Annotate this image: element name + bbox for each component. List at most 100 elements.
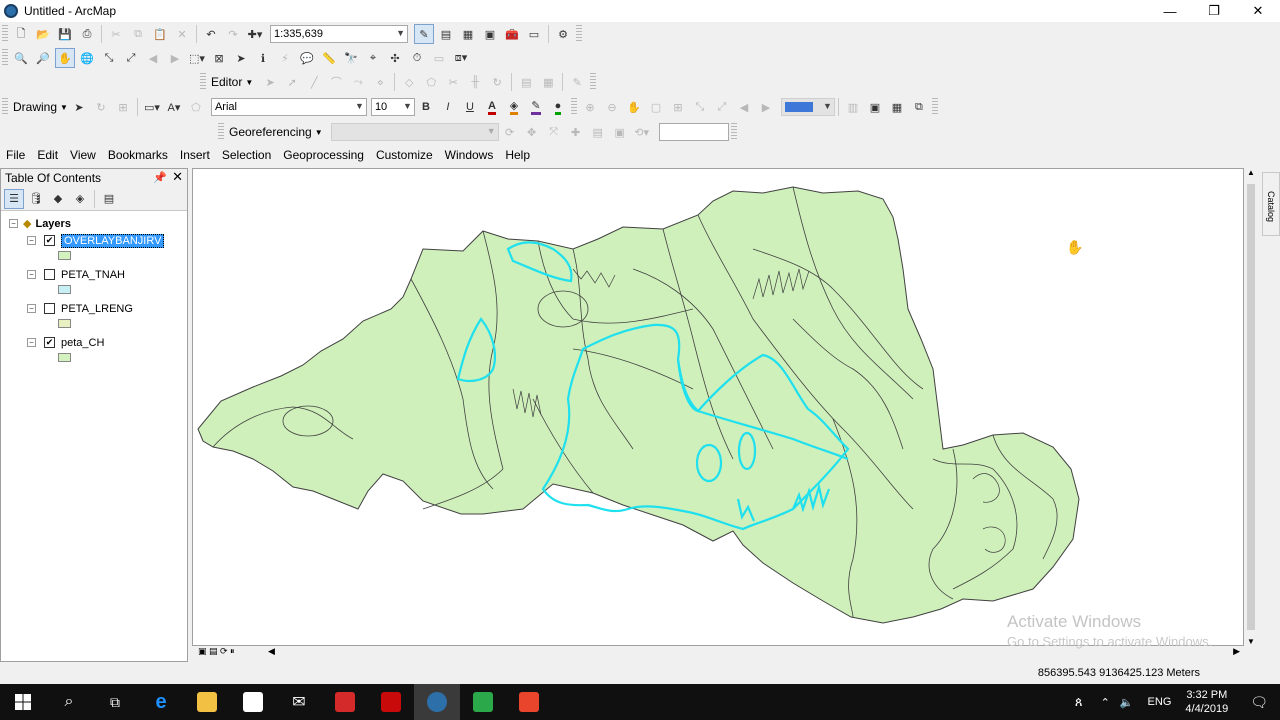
map-canvas[interactable] xyxy=(193,169,1244,646)
zoom-out-icon[interactable]: 🔎 xyxy=(33,48,53,68)
select-elements-icon[interactable]: ➤ xyxy=(69,97,89,117)
store-icon[interactable] xyxy=(230,684,276,720)
menu-file[interactable]: File xyxy=(0,148,31,162)
toolbar-grip[interactable] xyxy=(576,25,582,43)
endpoint-arc-icon[interactable]: ⌒ xyxy=(326,72,346,92)
catalog-window-icon[interactable]: ▦ xyxy=(458,24,478,44)
collapse-icon[interactable]: − xyxy=(9,219,18,228)
search-window-icon[interactable]: ▣ xyxy=(480,24,500,44)
rotate-raster-icon[interactable]: ⟳ xyxy=(500,122,520,142)
select-features-icon[interactable]: ⬚▾ xyxy=(187,48,207,68)
task-view-icon[interactable]: ⧉ xyxy=(92,684,138,720)
font-name-combo[interactable]: Arial ▼ xyxy=(210,98,367,116)
editor-toolbar-toggle-icon[interactable]: ✎ xyxy=(414,24,434,44)
list-by-selection-icon[interactable]: ◈ xyxy=(70,189,90,209)
undo-icon[interactable]: ↶ xyxy=(201,24,221,44)
measure-icon[interactable]: 📏 xyxy=(319,48,339,68)
edge-browser-icon[interactable]: e xyxy=(138,684,184,720)
save-icon[interactable]: 💾 xyxy=(55,24,75,44)
reshape-icon[interactable]: ⬠ xyxy=(421,72,441,92)
layout-zoom-out-icon[interactable]: ⊖ xyxy=(602,97,622,117)
toolbar-grip[interactable] xyxy=(570,98,577,116)
data-view-icon[interactable]: ▣ ▤ ⟳ ⏸ xyxy=(198,646,235,657)
menu-windows[interactable]: Windows xyxy=(439,148,500,162)
menu-bookmarks[interactable]: Bookmarks xyxy=(102,148,174,162)
text-tool-icon[interactable]: A▾ xyxy=(164,97,184,117)
layer-row[interactable]: − PETA_TNAH xyxy=(1,266,187,283)
rectangle-icon[interactable]: ▭▾ xyxy=(142,97,162,117)
scroll-left-icon[interactable]: ◀ xyxy=(268,646,275,657)
mail-icon[interactable]: ✉ xyxy=(276,684,322,720)
layout-pan-icon[interactable]: ✋ xyxy=(624,97,644,117)
collapse-icon[interactable]: − xyxy=(27,304,36,313)
people-icon[interactable]: ጰ xyxy=(1075,694,1083,710)
menu-customize[interactable]: Customize xyxy=(370,148,439,162)
forward-extent-icon[interactable]: ▶ xyxy=(165,48,185,68)
layer-symbol-swatch[interactable] xyxy=(58,353,71,362)
auto-adjust-icon[interactable]: ⟲▾ xyxy=(632,122,652,142)
redo-icon[interactable]: ↷ xyxy=(223,24,243,44)
point-icon[interactable]: ⋄ xyxy=(370,72,390,92)
data-driven-pages-icon[interactable]: ⧉ xyxy=(909,97,929,117)
select-elements-arrow-icon[interactable]: ➤ xyxy=(231,48,251,68)
toolbar-grip[interactable] xyxy=(218,123,224,141)
edit-tool-icon[interactable]: ➤ xyxy=(260,72,280,92)
fixed-zoom-in-layout-icon[interactable]: ⤡ xyxy=(690,97,710,117)
notifications-icon[interactable]: 🗨 xyxy=(1250,694,1268,711)
toolbar-grip[interactable] xyxy=(2,49,8,67)
layer-row[interactable]: − ✔ OVERLAYBANJIRV xyxy=(1,232,187,249)
layer-name[interactable]: PETA_TNAH xyxy=(61,269,125,281)
split-icon[interactable]: ╫ xyxy=(465,72,485,92)
zoom-in-icon[interactable]: 🔍 xyxy=(11,48,31,68)
zoom-whole-page-icon[interactable]: ▢ xyxy=(646,97,666,117)
swipe-icon[interactable]: ⧈▾ xyxy=(451,48,471,68)
change-layout-icon[interactable]: ▦ xyxy=(887,97,907,117)
toolbar-grip[interactable] xyxy=(730,123,737,141)
sketch-properties-icon[interactable]: ▦ xyxy=(538,72,558,92)
list-by-visibility-icon[interactable]: ◆ xyxy=(48,189,68,209)
editor-menu-button[interactable]: Editor xyxy=(208,75,245,89)
cut-polygons-icon[interactable]: ✂ xyxy=(443,72,463,92)
fill-color-icon[interactable]: ◈ xyxy=(504,97,524,117)
pan-hand-icon[interactable]: ✋ xyxy=(55,48,75,68)
add-data-icon[interactable]: ✚▾ xyxy=(245,24,265,44)
menu-geoprocessing[interactable]: Geoprocessing xyxy=(277,148,370,162)
menu-view[interactable]: View xyxy=(64,148,102,162)
menu-selection[interactable]: Selection xyxy=(216,148,277,162)
layer-visibility-checkbox[interactable] xyxy=(44,269,55,280)
chevron-up-icon[interactable]: ⌃ xyxy=(1101,696,1110,709)
layers-root-row[interactable]: − ◆ Layers xyxy=(1,215,187,232)
font-size-combo[interactable]: 10 ▼ xyxy=(370,98,415,116)
layout-zoom-percent-combo[interactable]: ▼ xyxy=(780,98,835,116)
arcmap-taskbar-icon[interactable] xyxy=(414,684,460,720)
georeferencing-menu-button[interactable]: Georeferencing xyxy=(226,125,315,139)
layer-name[interactable]: PETA_LRENG xyxy=(61,303,133,315)
add-control-points-icon[interactable]: ✚ xyxy=(566,122,586,142)
layer-symbol-swatch[interactable] xyxy=(58,319,71,328)
time-slider-icon[interactable]: ⏱ xyxy=(407,48,427,68)
layer-symbol-swatch[interactable] xyxy=(58,285,71,294)
recorder-icon[interactable] xyxy=(506,684,552,720)
bold-button[interactable]: B xyxy=(416,97,436,117)
create-viewer-window-icon[interactable]: ▭ xyxy=(429,48,449,68)
delete-icon[interactable]: ✕ xyxy=(172,24,192,44)
layer-row[interactable]: − ✔ peta_CH xyxy=(1,334,187,351)
gift-app-icon[interactable] xyxy=(322,684,368,720)
trace-icon[interactable]: ⤳ xyxy=(348,72,368,92)
marker-color-icon[interactable]: ● xyxy=(548,97,568,117)
acrobat-icon[interactable] xyxy=(368,684,414,720)
study-area-polygon[interactable] xyxy=(197,186,1080,624)
minimize-button[interactable]: — xyxy=(1148,0,1192,22)
layout-zoom-in-icon[interactable]: ⊕ xyxy=(580,97,600,117)
clock[interactable]: 3:32 PM 4/4/2019 xyxy=(1185,688,1228,716)
new-document-icon[interactable]: 🗋 xyxy=(11,24,31,44)
scroll-down-icon[interactable]: ▼ xyxy=(1247,637,1255,646)
scale-raster-icon[interactable]: ⤧ xyxy=(544,122,564,142)
map-scale-combo[interactable]: 1:335,639 ▼ xyxy=(270,25,408,43)
layer-symbol-swatch[interactable] xyxy=(58,251,71,260)
full-extent-globe-icon[interactable]: 🌐 xyxy=(77,48,97,68)
toolbar-grip[interactable] xyxy=(2,98,8,116)
font-color-icon[interactable]: A xyxy=(482,97,502,117)
start-windows-icon[interactable] xyxy=(0,684,46,720)
back-extent-icon[interactable]: ◀ xyxy=(143,48,163,68)
